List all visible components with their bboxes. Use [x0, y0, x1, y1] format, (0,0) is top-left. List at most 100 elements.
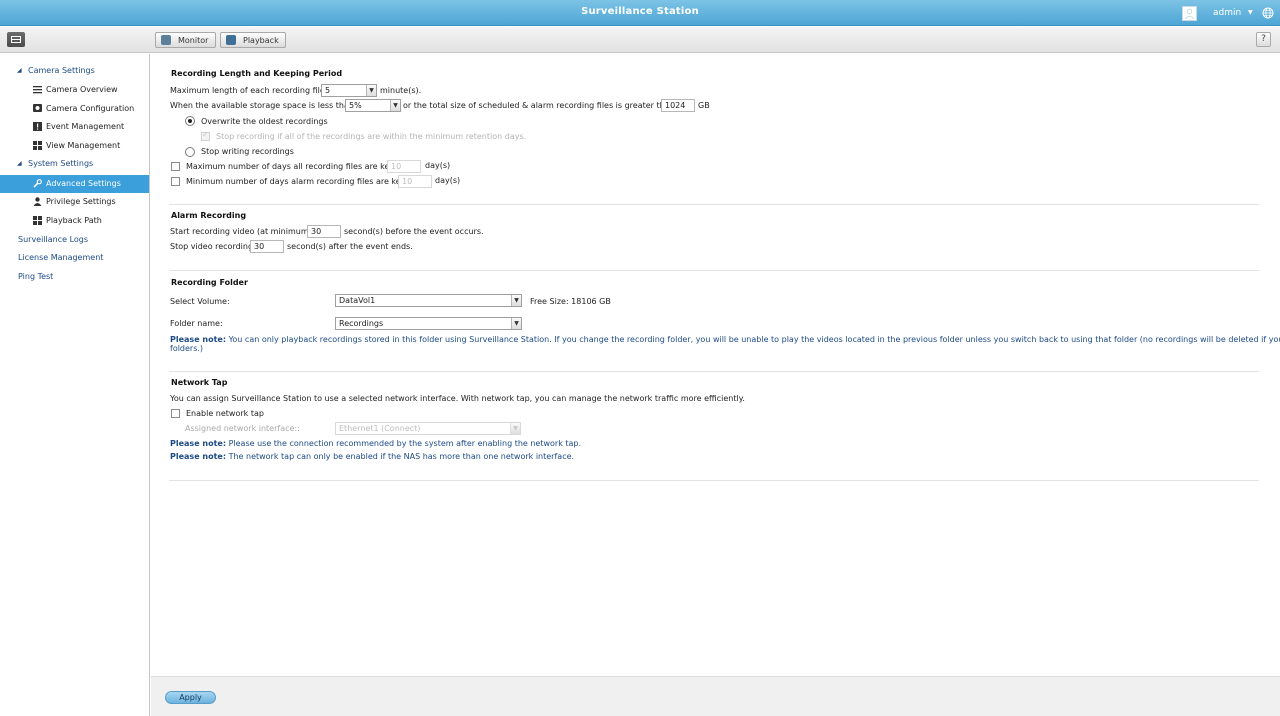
section-divider — [169, 204, 1259, 205]
max-length-label: Maximum length of each recording file: — [170, 86, 328, 95]
event-alert-icon — [33, 122, 42, 131]
overwrite-radio[interactable] — [185, 116, 195, 126]
min-days-checkbox[interactable] — [171, 177, 180, 186]
grid-icon — [33, 216, 42, 225]
sidebar-group-camera-settings[interactable]: ◢ Camera Settings — [0, 62, 149, 80]
sidebar: ◢ Camera Settings Camera Overview Camera… — [0, 54, 150, 716]
sidebar-item-view-management[interactable]: View Management — [0, 137, 149, 155]
stop-if-min-checkbox[interactable] — [201, 130, 210, 141]
network-tap-note-1: Please note: Please use the connection r… — [170, 439, 581, 448]
sidebar-item-ping-test[interactable]: Ping Test — [0, 268, 149, 286]
sidebar-item-license-management[interactable]: License Management — [0, 249, 149, 267]
note-text: Please use the connection recommended by… — [226, 439, 582, 448]
overwrite-label: Overwrite the oldest recordings — [201, 117, 328, 126]
max-length-select[interactable]: 5 ▼ — [321, 84, 377, 97]
network-tap-heading: Network Tap — [171, 378, 228, 387]
main-menu-icon[interactable] — [7, 32, 25, 47]
stop-if-min-label: Stop recording if all of the recordings … — [216, 132, 527, 141]
user-avatar-icon[interactable] — [1182, 6, 1197, 21]
chevron-down-icon[interactable]: ▼ — [390, 100, 400, 111]
toolbar: Monitor Playback ? — [0, 27, 1280, 53]
note-text: You can only playback recordings stored … — [226, 335, 1280, 344]
sidebar-item-camera-configuration[interactable]: Camera Configuration — [0, 100, 149, 118]
sidebar-item-label: Camera Overview — [46, 85, 118, 94]
stop-writing-radio[interactable] — [185, 147, 195, 157]
sidebar-item-surveillance-logs[interactable]: Surveillance Logs — [0, 231, 149, 249]
sidebar-group-system-settings[interactable]: ◢ System Settings — [0, 155, 149, 173]
apply-button[interactable]: Apply — [165, 691, 216, 704]
folder-note-continued: folders.) — [170, 344, 204, 353]
bottom-action-bar: Apply — [151, 676, 1280, 716]
wrench-icon — [33, 179, 42, 188]
max-length-unit: minute(s). — [380, 86, 422, 95]
folder-note: Please note: You can only playback recor… — [170, 335, 1280, 344]
sidebar-item-playback-path[interactable]: Playback Path — [0, 212, 149, 230]
section-divider — [169, 480, 1259, 481]
total-size-input[interactable]: 1024 — [661, 99, 695, 112]
start-recording-label: Start recording video (at minimum) — [170, 227, 312, 236]
min-days-input[interactable]: 10 — [398, 175, 432, 188]
playback-label: Playback — [243, 36, 279, 45]
post-event-seconds-input[interactable]: 30 — [250, 240, 284, 253]
note-prefix: Please note: — [170, 335, 227, 344]
sidebar-item-label: License Management — [18, 253, 104, 262]
monitor-label: Monitor — [178, 36, 209, 45]
chevron-down-icon[interactable]: ▼ — [511, 295, 521, 306]
min-days-unit: day(s) — [435, 176, 461, 185]
collapse-triangle-icon[interactable]: ◢ — [17, 160, 22, 167]
folder-name-label: Folder name: — [170, 319, 223, 328]
alarm-recording-heading: Alarm Recording — [171, 211, 247, 220]
recording-length-heading: Recording Length and Keeping Period — [171, 69, 343, 78]
sidebar-item-label: Event Management — [46, 122, 125, 131]
free-size-text: Free Size: 18106 GB — [530, 297, 611, 306]
sidebar-item-label: Playback Path — [46, 216, 102, 225]
sidebar-item-label: Privilege Settings — [46, 197, 116, 206]
assigned-interface-label: Assigned network interface:: — [185, 424, 300, 433]
stop-writing-label: Stop writing recordings — [201, 147, 294, 156]
network-interface-select[interactable]: Ethernet1 (Connect) ▼ — [335, 422, 521, 435]
pre-event-suffix: second(s) before the event occurs. — [344, 227, 484, 236]
user-menu[interactable]: admin — [1213, 8, 1241, 18]
stop-recording-label: Stop video recording — [170, 242, 254, 251]
note-prefix: Please note: — [170, 452, 227, 461]
total-size-unit: GB — [698, 101, 710, 110]
note-text: The network tap can only be enabled if t… — [226, 452, 575, 461]
max-days-checkbox[interactable] — [171, 162, 180, 171]
playback-icon — [226, 35, 236, 45]
volume-select[interactable]: DataVol1 ▼ — [335, 294, 522, 307]
help-button[interactable]: ? — [1256, 32, 1271, 47]
sidebar-item-label: View Management — [46, 141, 121, 150]
storage-threshold-select[interactable]: 5% ▼ — [345, 99, 401, 112]
max-days-unit: day(s) — [425, 161, 451, 170]
monitor-button[interactable]: Monitor — [155, 32, 216, 48]
enable-network-tap-label: Enable network tap — [186, 409, 264, 418]
post-event-suffix: second(s) after the event ends. — [287, 242, 413, 251]
select-volume-label: Select Volume: — [170, 297, 230, 306]
storage-label: When the available storage space is less… — [170, 101, 354, 110]
section-divider — [169, 270, 1259, 271]
title-bar: Surveillance Station admin ▼ — [0, 0, 1280, 26]
folder-name-select[interactable]: Recordings ▼ — [335, 317, 522, 330]
sidebar-item-event-management[interactable]: Event Management — [0, 118, 149, 136]
chevron-down-icon[interactable]: ▼ — [511, 318, 521, 329]
playback-button[interactable]: Playback — [220, 32, 286, 48]
collapse-triangle-icon[interactable]: ◢ — [17, 67, 22, 74]
language-globe-icon[interactable] — [1262, 7, 1274, 19]
recording-folder-heading: Recording Folder — [171, 278, 248, 287]
network-tap-description: You can assign Surveillance Station to u… — [170, 394, 745, 403]
enable-network-tap-checkbox[interactable] — [171, 409, 180, 418]
network-interface-value: Ethernet1 (Connect) — [339, 424, 421, 433]
sidebar-item-label: Advanced Settings — [46, 179, 121, 188]
max-days-input[interactable]: 10 — [387, 160, 421, 173]
sidebar-item-advanced-settings[interactable]: Advanced Settings — [0, 175, 149, 193]
max-days-label: Maximum number of days all recording fil… — [186, 162, 398, 171]
chevron-down-icon[interactable]: ▼ — [1248, 9, 1253, 16]
min-days-label: Minimum number of days alarm recording f… — [186, 177, 409, 186]
sidebar-item-label: Surveillance Logs — [18, 235, 89, 244]
sidebar-item-camera-overview[interactable]: Camera Overview — [0, 81, 149, 99]
pre-event-seconds-input[interactable]: 30 — [307, 225, 341, 238]
volume-value: DataVol1 — [339, 296, 376, 305]
sidebar-item-privilege-settings[interactable]: Privilege Settings — [0, 193, 149, 211]
chevron-down-icon[interactable]: ▼ — [366, 85, 376, 96]
chevron-down-icon[interactable]: ▼ — [510, 423, 520, 434]
